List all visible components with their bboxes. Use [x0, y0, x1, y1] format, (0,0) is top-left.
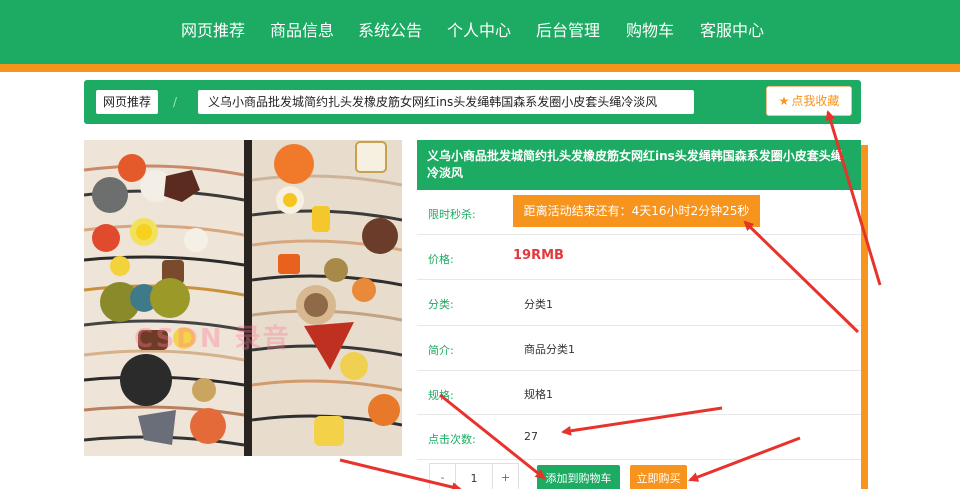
countdown-banner: 距离活动结束还有：4天16小时2分钟25秒	[513, 195, 760, 227]
nav-item-admin[interactable]: 后台管理	[536, 18, 600, 44]
detail-row-category: 分类: 分类1	[417, 280, 861, 326]
nav-item-cart[interactable]: 购物车	[626, 18, 674, 44]
buy-now-button[interactable]: 立即购买	[630, 465, 687, 489]
intro-label: 简介:	[428, 344, 454, 357]
nav-item-profile[interactable]: 个人中心	[447, 18, 511, 44]
panel-accent-bar	[861, 145, 868, 489]
detail-row-flash-sale: 限时秒杀: 距离活动结束还有：4天16小时2分钟25秒	[417, 190, 861, 235]
quantity-input[interactable]	[456, 464, 492, 489]
product-details-panel: 义乌小商品批发城简约扎头发橡皮筋女网红ins头发绳韩国森系发圈小皮套头绳冷淡风 …	[417, 140, 861, 489]
nav-item-products[interactable]: 商品信息	[270, 18, 334, 44]
quantity-increase-button[interactable]: +	[492, 464, 518, 489]
product-photo	[84, 140, 402, 456]
category-label: 分类:	[428, 298, 454, 311]
nav-item-recommend[interactable]: 网页推荐	[181, 18, 245, 44]
breadcrumb-separator: /	[173, 95, 178, 109]
star-icon: ★	[778, 94, 790, 108]
quantity-decrease-button[interactable]: -	[430, 464, 456, 489]
price-label: 价格:	[428, 253, 454, 266]
top-navbar: 网页推荐 商品信息 系统公告 个人中心 后台管理 购物车 客服中心	[0, 0, 960, 64]
favorite-button[interactable]: ★ 点我收藏	[766, 86, 852, 116]
breadcrumb-current: 义乌小商品批发城简约扎头发橡皮筋女网红ins头发绳韩国森系发圈小皮套头绳冷淡风	[198, 90, 694, 114]
favorite-label: 点我收藏	[791, 94, 840, 108]
navbar-accent-stripe	[0, 64, 960, 72]
quantity-stepper: - +	[429, 463, 519, 489]
product-title: 义乌小商品批发城简约扎头发橡皮筋女网红ins头发绳韩国森系发圈小皮套头绳冷淡风	[417, 140, 861, 190]
spec-value: 规格1	[524, 388, 553, 401]
detail-row-spec: 规格: 规格1	[417, 371, 861, 415]
detail-row-clicks: 点击次数: 27	[417, 415, 861, 460]
clicks-value: 27	[524, 430, 538, 443]
clicks-label: 点击次数:	[428, 433, 476, 446]
product-image: CSDN 录音	[84, 140, 402, 456]
add-to-cart-button[interactable]: 添加到购物车	[537, 465, 620, 489]
category-value: 分类1	[524, 298, 553, 311]
intro-value: 商品分类1	[524, 343, 575, 356]
nav-item-support[interactable]: 客服中心	[700, 18, 764, 44]
spec-label: 规格:	[428, 389, 454, 402]
detail-row-price: 价格: 19RMB	[417, 235, 861, 280]
image-watermark: CSDN 录音	[134, 324, 291, 354]
flash-sale-label: 限时秒杀:	[428, 208, 476, 221]
price-value: 19RMB	[513, 248, 564, 263]
page: 网页推荐 商品信息 系统公告 个人中心 后台管理 购物车 客服中心 网页推荐 /…	[0, 0, 960, 489]
detail-row-intro: 简介: 商品分类1	[417, 326, 861, 371]
breadcrumb: 网页推荐 / 义乌小商品批发城简约扎头发橡皮筋女网红ins头发绳韩国森系发圈小皮…	[84, 80, 861, 124]
breadcrumb-home-link[interactable]: 网页推荐	[96, 90, 159, 114]
nav-item-announcements[interactable]: 系统公告	[358, 18, 422, 44]
